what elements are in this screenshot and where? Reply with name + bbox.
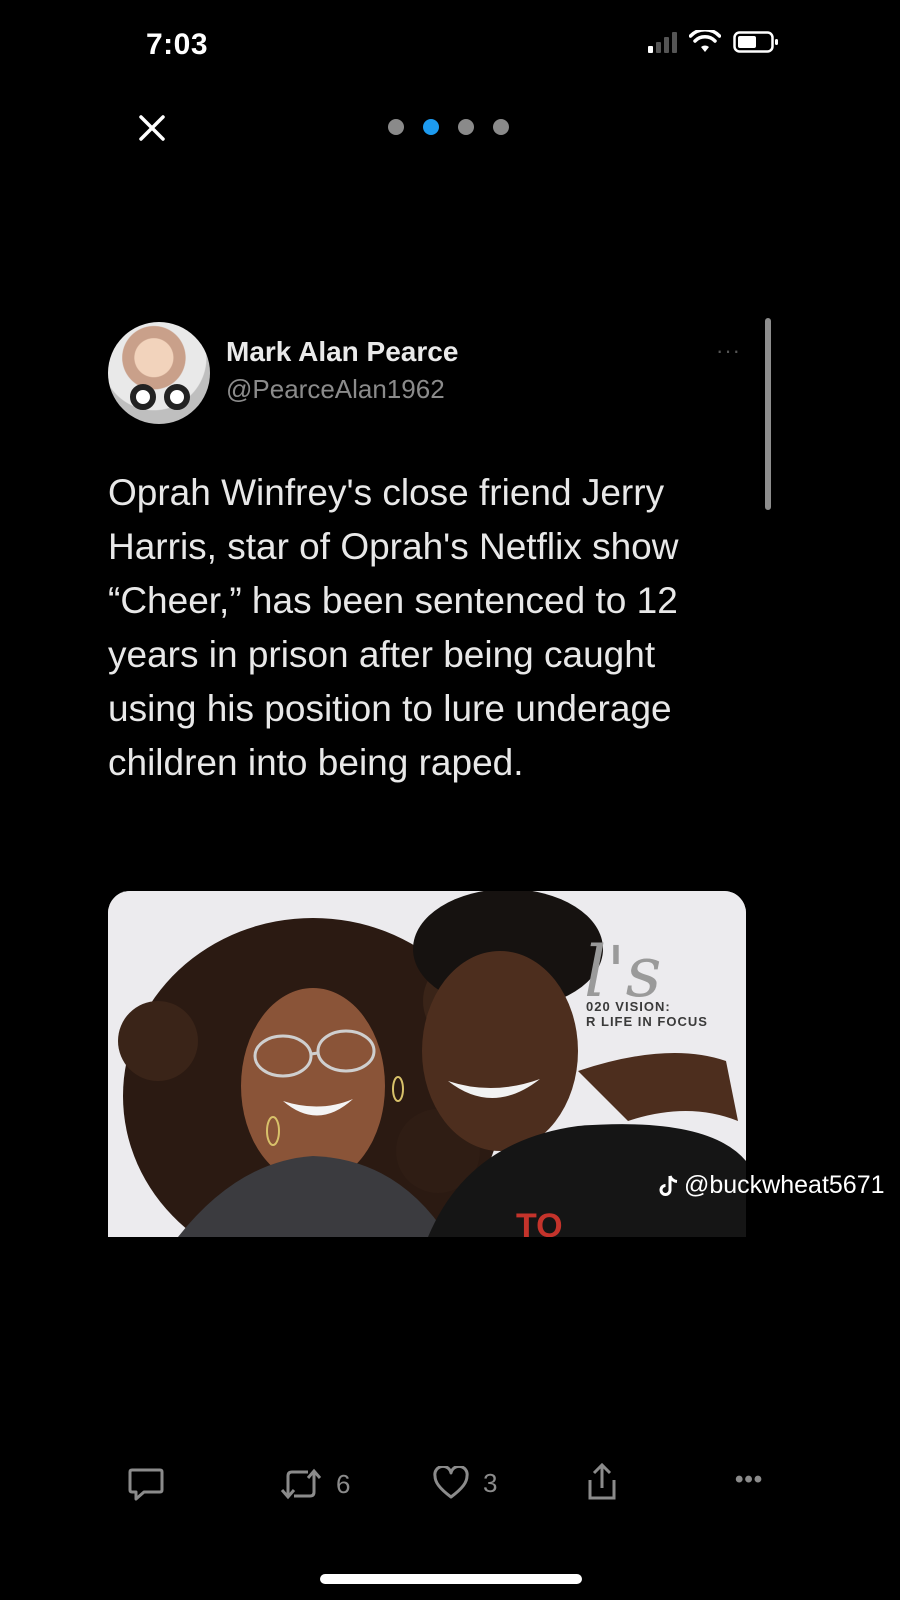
status-icons — [648, 30, 779, 54]
tiktok-watermark: @buckwheat5671 — [658, 1171, 885, 1200]
comment-icon — [128, 1468, 164, 1501]
heart-icon — [433, 1466, 469, 1499]
tweet-text: Oprah Winfrey's close friend Jerry Harri… — [108, 472, 679, 783]
pager-dot[interactable] — [388, 119, 404, 135]
retweet-icon — [280, 1468, 322, 1500]
author-info[interactable]: Mark Alan Pearce @PearceAlan1962 — [226, 336, 458, 405]
pager-dot[interactable] — [493, 119, 509, 135]
author-name[interactable]: Mark Alan Pearce — [226, 336, 458, 368]
avatar[interactable] — [108, 322, 210, 424]
shirt-print: TO — [516, 1207, 563, 1237]
cellular-signal-icon — [648, 31, 677, 53]
reply-button[interactable] — [127, 1466, 165, 1502]
avatar-owl-eye — [130, 384, 156, 410]
tweet-photo[interactable]: TO l's 020 VISION: R LIFE IN FOCUS — [108, 891, 746, 1237]
more-options-button[interactable]: ••• — [735, 1466, 763, 1494]
avatar-owl-eye — [164, 384, 190, 410]
author-handle[interactable]: @PearceAlan1962 — [226, 374, 458, 405]
backdrop-line-1: 020 VISION: — [586, 999, 671, 1014]
pager-dot-active[interactable] — [423, 119, 439, 135]
battery-icon — [733, 31, 778, 53]
scrollbar[interactable] — [765, 318, 771, 510]
close-button[interactable] — [132, 108, 172, 148]
close-icon — [139, 115, 165, 141]
share-icon — [588, 1462, 616, 1500]
tweet-more-button[interactable]: ··· — [716, 338, 741, 364]
tweet-actions-bar: 6 3 ••• — [0, 1462, 900, 1512]
like-button[interactable]: 3 — [433, 1466, 497, 1500]
status-time: 7:03 — [146, 28, 209, 61]
retweet-button[interactable]: 6 — [280, 1466, 350, 1502]
pager-dot[interactable] — [458, 119, 474, 135]
home-indicator[interactable] — [320, 1574, 582, 1584]
retweet-count: 6 — [336, 1468, 351, 1499]
tweet-media-viewer: 7:03 Mark Alan Pearce @PearceAlan1962 ··… — [0, 0, 900, 1600]
backdrop-caption: 020 VISION: R LIFE IN FOCUS — [586, 999, 708, 1029]
like-count: 3 — [483, 1467, 498, 1498]
tiktok-icon — [659, 1174, 678, 1196]
watermark-handle: @buckwheat5671 — [684, 1171, 885, 1199]
backdrop-line-2: R LIFE IN FOCUS — [586, 1014, 708, 1029]
share-button[interactable] — [585, 1462, 619, 1502]
carousel-pager — [388, 119, 509, 135]
wifi-icon — [689, 30, 721, 52]
